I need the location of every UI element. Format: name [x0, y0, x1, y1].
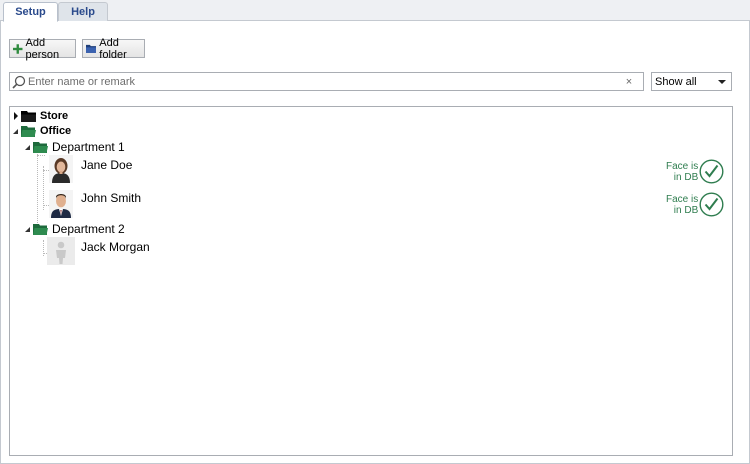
folder-open-icon — [33, 142, 48, 153]
tab-setup[interactable]: Setup — [3, 2, 58, 22]
tree-folder-department-2[interactable]: Department 2 — [25, 221, 125, 237]
folder-icon — [21, 111, 36, 122]
filter-selected-value: Show all — [655, 75, 697, 88]
people-tree: Store Office Department 1 Jane Doe Face … — [9, 106, 733, 456]
plus-icon — [13, 43, 23, 54]
avatar-placeholder-icon — [47, 237, 75, 265]
folder-label: Department 1 — [52, 140, 125, 154]
face-status-badge: Face is in DB — [666, 159, 724, 184]
tab-strip: Setup Help — [0, 0, 750, 22]
face-status-line: in DB — [673, 204, 699, 216]
tree-folder-office[interactable]: Office — [13, 124, 71, 138]
add-person-label: Add person — [25, 36, 60, 61]
add-folder-label: Add folder — [99, 36, 127, 61]
filter-dropdown[interactable]: Show all — [651, 72, 732, 91]
collapse-arrow-icon[interactable] — [25, 144, 30, 150]
folder-label: Office — [40, 125, 72, 137]
face-status-line: in DB — [673, 171, 699, 183]
tree-connector — [43, 166, 44, 210]
folder-label: Department 2 — [52, 222, 125, 236]
chevron-down-icon — [718, 80, 726, 84]
avatar-john-smith — [49, 190, 73, 218]
expand-arrow-icon[interactable] — [14, 112, 18, 120]
folder-open-icon — [21, 126, 36, 137]
add-person-button[interactable]: Add person — [9, 36, 76, 61]
tree-folder-store[interactable]: Store — [14, 109, 68, 123]
add-folder-button[interactable]: Add folder — [82, 36, 145, 61]
face-status-line: Face is — [666, 193, 699, 205]
folder-open-icon — [33, 224, 48, 235]
person-name: John Smith — [81, 191, 142, 205]
tree-connector — [37, 155, 45, 156]
folder-label: Store — [40, 110, 69, 122]
person-item-john-smith[interactable]: John Smith — [81, 190, 141, 206]
tab-help[interactable]: Help — [58, 2, 108, 22]
search-input[interactable] — [26, 73, 621, 90]
face-status-badge: Face is in DB — [666, 192, 724, 217]
avatar-jane-doe — [49, 155, 73, 183]
tree-folder-department-1[interactable]: Department 1 — [25, 139, 125, 155]
search-icon — [12, 75, 26, 89]
person-name: Jane Doe — [81, 158, 133, 172]
person-item-jack-morgan[interactable]: Jack Morgan — [81, 239, 150, 255]
check-circle-icon — [699, 159, 724, 184]
collapse-arrow-icon[interactable] — [25, 226, 30, 232]
person-item-jane-doe[interactable]: Jane Doe — [81, 157, 132, 173]
setup-panel: Add person Add folder × Show all — [0, 21, 750, 464]
folder-icon — [86, 44, 97, 53]
clear-search-icon[interactable]: × — [621, 76, 637, 88]
search-box: × — [9, 72, 644, 91]
check-circle-icon — [699, 192, 724, 217]
face-status-line: Face is — [666, 160, 699, 172]
person-name: Jack Morgan — [81, 240, 150, 254]
collapse-arrow-icon[interactable] — [13, 128, 18, 134]
